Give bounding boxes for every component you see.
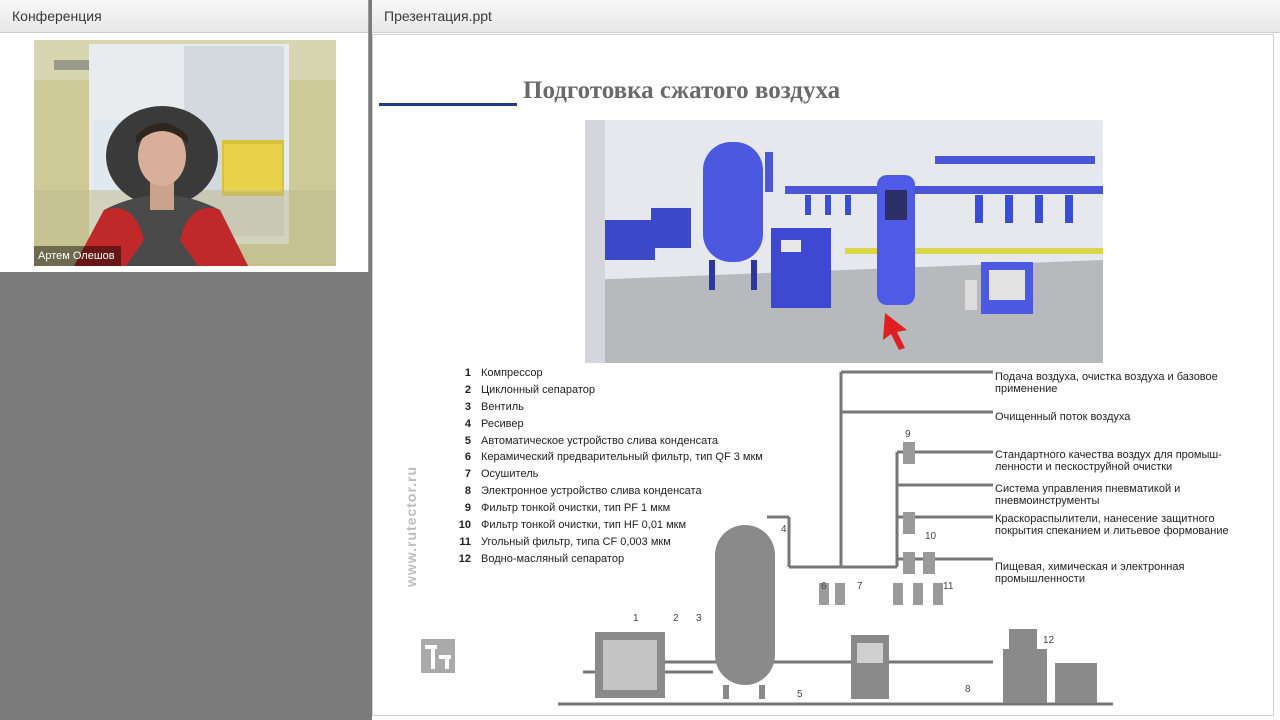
schematic-diagram: 1 2 3 4 5 6 7 8 9 10 11 12 Подача воздух… [553,367,1273,712]
participant-name: Артем Олешов [34,246,121,266]
conference-panel: Конференция Артем Олешов [0,0,369,272]
presentation-panel: Презентация.ppt Подготовка сжатого возду… [372,0,1280,720]
presentation-panel-title: Презентация.ppt [372,0,1280,33]
legend-text: Компрессор [481,367,543,379]
legend-text: Осушитель [481,468,539,481]
application-label: Стандартного качества воздух для промыш-… [995,449,1222,473]
title-accent-line [379,103,517,106]
slide-title: Подготовка сжатого воздуха [523,77,841,104]
webcam-image [34,40,336,266]
legend-number: 9 [464,502,471,515]
application-label: Краскораспылители, нанесение защитного п… [995,513,1229,537]
diagram-label-5: 5 [797,689,803,700]
legend-number: 1 [464,367,471,379]
diagram-label-7: 7 [857,581,863,592]
legend-number: 4 [464,417,471,430]
legend-number: 11 [459,535,471,548]
diagram-label-9: 9 [905,429,911,440]
diagram-label-3: 3 [696,613,702,624]
webcam-video[interactable]: Артем Олешов [34,40,336,266]
diagram-label-8: 8 [965,684,971,695]
legend-text: Вентиль [481,400,524,413]
legend-number: 3 [464,400,471,413]
slide: Подготовка сжатого воздуха 1 Компрессор … [372,34,1274,716]
application-label: Подача воздуха, очистка воздуха и базово… [995,371,1218,395]
legend-number: 12 [458,552,471,565]
legend-text: Ресивер [481,417,524,430]
diagram-label-12: 12 [1043,635,1055,646]
diagram-label-1: 1 [633,613,639,624]
equipment-photo [585,120,1103,363]
legend-number: 6 [464,451,471,464]
legend-number: 2 [464,383,471,396]
diagram-label-11: 11 [943,581,954,592]
diagram-label-4: 4 [781,524,787,535]
legend-number: 5 [464,434,471,447]
application-label: Система управления пневматикой и пневмои… [995,483,1181,507]
legend-number: 7 [464,468,471,481]
diagram-label-10: 10 [925,531,937,542]
logo-icon [421,639,455,673]
conference-panel-title: Конференция [0,0,368,33]
application-label: Пищевая, химическая и электронная промыш… [995,561,1185,585]
diagram-label-6: 6 [821,581,827,592]
equipment-render [585,120,1103,363]
legend-number: 10 [458,519,471,532]
watermark-url: www.rutector.ru [403,465,419,587]
diagram-label-2: 2 [673,613,679,624]
application-label: Очищенный поток воздуха [995,411,1131,423]
legend-number: 8 [464,485,471,498]
